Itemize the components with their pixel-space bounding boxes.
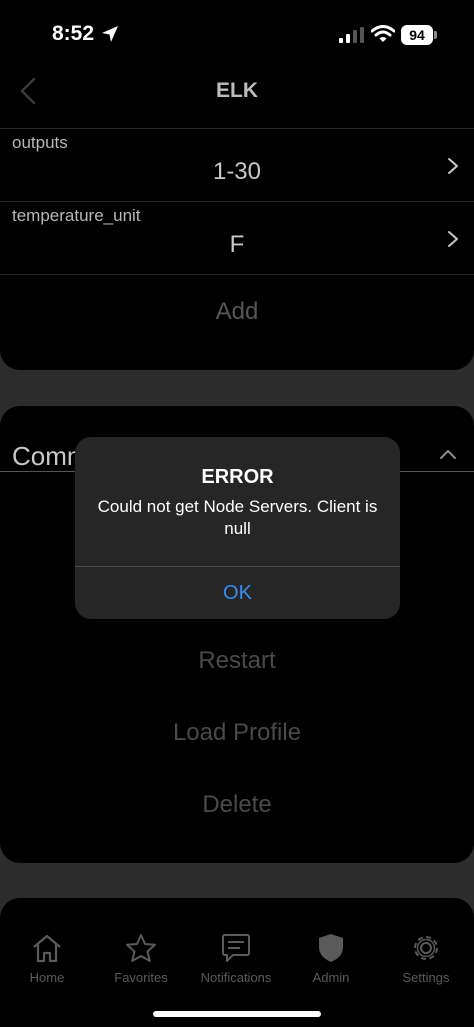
cellular-signal-icon	[339, 27, 364, 43]
battery-nub	[434, 31, 437, 39]
tab-label: Settings	[402, 970, 450, 985]
ok-button[interactable]: OK	[75, 567, 400, 619]
location-arrow-icon	[102, 26, 118, 42]
setting-value: F	[229, 231, 245, 258]
chat-bubble-icon	[222, 934, 250, 962]
tab-notifications[interactable]: Notifications	[189, 932, 283, 985]
page-title: ELK	[216, 79, 258, 102]
home-indicator[interactable]	[153, 1011, 321, 1017]
divider	[0, 274, 474, 275]
delete-button[interactable]: Delete	[0, 791, 474, 819]
tab-favorites[interactable]: Favorites	[94, 932, 188, 985]
tab-label: Notifications	[200, 970, 272, 985]
tab-label: Favorites	[114, 970, 168, 985]
header-background	[0, 0, 474, 128]
setting-value: 1-30	[212, 158, 262, 185]
setting-key: temperature_unit	[12, 206, 141, 225]
battery-indicator: 94	[401, 25, 433, 45]
chevron-right-icon	[448, 158, 458, 174]
chevron-up-icon[interactable]	[437, 446, 459, 462]
add-button[interactable]: Add	[0, 298, 474, 326]
tab-label: Admin	[312, 970, 350, 985]
error-alert-dialog: ERROR Could not get Node Servers. Client…	[75, 437, 400, 619]
tab-admin[interactable]: Admin	[284, 932, 378, 985]
load-profile-button[interactable]: Load Profile	[0, 719, 474, 747]
chevron-right-icon	[448, 231, 458, 247]
alert-message: Could not get Node Servers. Client is nu…	[97, 497, 378, 538]
star-icon	[126, 934, 156, 962]
alert-title: ERROR	[201, 466, 274, 488]
status-time: 8:52	[52, 22, 95, 45]
setting-key: outputs	[12, 133, 68, 152]
gear-icon	[414, 936, 438, 960]
restart-button[interactable]: Restart	[0, 647, 474, 675]
home-icon	[33, 934, 61, 963]
wifi-icon	[371, 25, 395, 42]
shield-icon	[319, 934, 343, 962]
tab-settings[interactable]: Settings	[379, 932, 473, 985]
tab-label: Home	[29, 970, 65, 985]
tab-home[interactable]: Home	[0, 932, 94, 985]
